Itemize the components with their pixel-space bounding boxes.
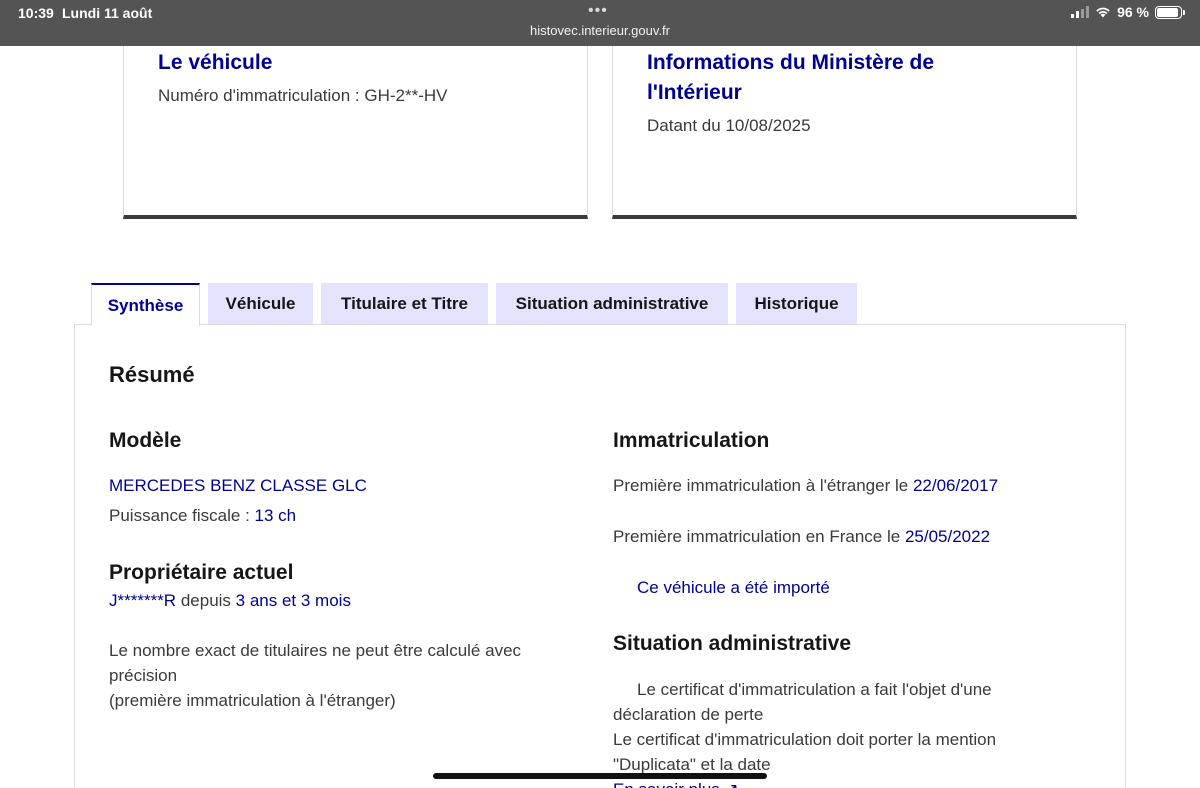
admin-line: Le certificat d'immatriculation a fait l… [637,680,992,699]
fiscal-power-value: 13 ch [254,506,297,525]
first-registration-france: Première immatriculation en France le 25… [613,524,990,549]
owner-since-value: 3 ans et 3 mois [235,591,351,610]
tab-vehicule[interactable]: Véhicule [208,283,313,324]
status-time: 10:39 [18,5,54,21]
ministry-card-title: Informations du Ministère de l'Intérieur [647,51,935,104]
fiscal-power-label: Puissance fiscale : [109,506,250,525]
model-name: MERCEDES BENZ CLASSE GLC [109,476,367,495]
first-registration-france-date: 25/05/2022 [904,527,991,546]
vehicle-card-title: Le véhicule [158,51,273,74]
tab-synthese[interactable]: Synthèse [91,283,200,326]
plate-label: Numéro d'immatriculation : [158,86,360,105]
report-date-value: 10/08/2025 [725,116,811,135]
battery-percent: 96 % [1117,4,1149,20]
first-registration-abroad: Première immatriculation à l'étranger le… [613,473,998,498]
model-heading: Modèle [109,429,182,452]
ministry-card: Informations du Ministère de l'Intérieur… [612,46,1077,219]
owner-heading: Propriétaire actuel [109,561,294,584]
first-registration-france-label: Première immatriculation en France le [613,527,901,546]
home-indicator[interactable] [433,773,767,779]
owner-info: J*******R depuis 3 ans et 3 mois [109,588,351,613]
owner-note-line: précision [109,666,178,685]
plate-number: Numéro d'immatriculation : GH-2**-HV [158,86,448,106]
summary-heading: Résumé [109,362,195,387]
registration-heading: Immatriculation [613,429,770,452]
status-date: Lundi 11 août [62,5,153,21]
admin-situation-heading: Situation administrative [613,632,852,655]
report-date-label: Datant du [647,116,721,135]
owner-note-line: Le nombre exact de titulaires ne peut êt… [109,641,522,660]
admin-situation-text: Le certificat d'immatriculation a fait l… [613,677,1083,788]
vehicle-card: Le véhicule Numéro d'immatriculation : G… [123,46,588,219]
owner-note-line: (première immatriculation à l'étranger) [109,691,396,710]
admin-line: déclaration de perte [613,705,764,724]
report-date: Datant du 10/08/2025 [647,116,811,136]
fiscal-power: Puissance fiscale : 13 ch [109,503,296,528]
admin-line: Le certificat d'immatriculation doit por… [613,730,997,749]
first-registration-abroad-date: 22/06/2017 [912,476,999,495]
browser-top-bar: 10:39 Lundi 11 août ••• histovec.interie… [0,0,1200,46]
external-link-icon: ↗ [725,780,739,788]
tab-bar: Synthèse Véhicule Titulaire et Titre Sit… [91,283,857,326]
plate-value: GH-2**-HV [364,86,448,105]
synthese-panel: Résumé Modèle MERCEDES BENZ CLASSE GLC P… [74,324,1126,788]
more-dots-icon[interactable]: ••• [588,2,608,20]
address-bar[interactable]: histovec.interieur.gouv.fr [0,23,1200,38]
imported-notice: Ce véhicule a été importé [637,578,830,597]
wifi-icon [1096,7,1110,18]
owner-name: J*******R [109,591,177,610]
tab-situation-administrative[interactable]: Situation administrative [496,283,728,324]
owner-count-note: Le nombre exact de titulaires ne peut êt… [109,638,579,713]
owner-since-label: depuis [180,591,231,610]
battery-icon [1155,5,1185,19]
status-indicators: 96 % [1071,4,1185,20]
tab-historique[interactable]: Historique [736,283,857,324]
first-registration-abroad-label: Première immatriculation à l'étranger le [613,476,909,495]
learn-more-label[interactable]: En savoir plus [613,780,720,788]
cellular-signal-icon [1071,6,1090,18]
tab-titulaire-et-titre[interactable]: Titulaire et Titre [321,283,488,324]
